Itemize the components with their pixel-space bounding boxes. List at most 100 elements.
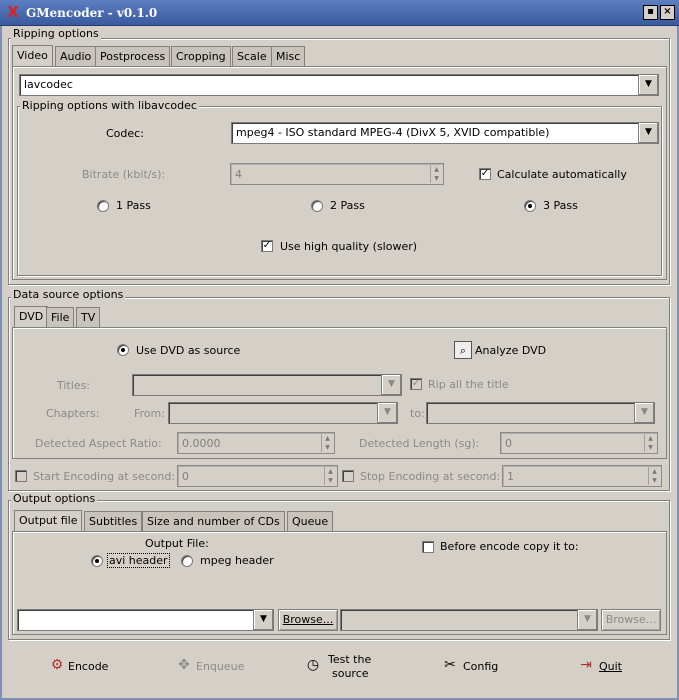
quit-icon[interactable]: ⇥: [577, 656, 595, 674]
tab-postprocess[interactable]: Postprocess: [95, 46, 171, 66]
tab-subtitles[interactable]: Subtitles: [84, 511, 143, 531]
chevron-down-icon[interactable]: ▼: [577, 610, 597, 630]
tab-video[interactable]: Video: [12, 45, 53, 68]
output-file-label: Output File:: [145, 537, 209, 550]
chevron-down-icon[interactable]: ▼: [377, 403, 397, 423]
titles-label: Titles:: [57, 379, 91, 392]
chapters-label: Chapters:: [46, 407, 100, 420]
aspect-spinner[interactable]: 0.0000 ▲ ▼: [177, 432, 335, 454]
enqueue-icon[interactable]: ✥: [175, 656, 193, 674]
use-dvd-label: Use DVD as source: [136, 344, 241, 357]
tab-cropping[interactable]: Cropping: [171, 46, 231, 66]
copy-to-select[interactable]: ▼: [340, 609, 598, 631]
pass1-label: 1 Pass: [116, 199, 151, 212]
chevron-down-icon[interactable]: ▼: [253, 610, 273, 630]
codec-select[interactable]: mpeg4 - ISO standard MPEG-4 (DivX 5, XVI…: [231, 122, 659, 144]
use-dvd-radio[interactable]: [117, 344, 129, 356]
pass2-label: 2 Pass: [330, 199, 365, 212]
encoder-value: lavcodec: [24, 78, 73, 91]
chapter-from-select[interactable]: ▼: [168, 402, 398, 424]
start-encoding-value: 0: [182, 470, 189, 483]
chevron-down-icon[interactable]: ▼: [381, 375, 401, 395]
from-label: From:: [134, 407, 165, 420]
codec-value: mpeg4 - ISO standard MPEG-4 (DivX 5, XVI…: [236, 126, 550, 139]
aspect-label: Detected Aspect Ratio:: [35, 437, 162, 450]
bitrate-value: 4: [235, 168, 242, 181]
analyze-dvd-button[interactable]: Analyze DVD: [475, 344, 546, 357]
length-spinner[interactable]: 0 ▲ ▼: [500, 432, 658, 454]
output-file-select[interactable]: ▼: [17, 609, 274, 631]
mpeg-header-label: mpeg header: [200, 554, 274, 567]
encode-button[interactable]: Encode: [68, 660, 108, 673]
tab-size-cds[interactable]: Size and number of CDs: [142, 511, 285, 531]
window-title: GMencoder - v0.1.0: [26, 6, 158, 20]
tab-audio[interactable]: Audio: [55, 46, 97, 66]
browse-copy-button[interactable]: Browse...: [601, 609, 661, 631]
spin-arrows-icon[interactable]: ▲ ▼: [644, 434, 656, 452]
tab-queue[interactable]: Queue: [287, 511, 334, 531]
close-button[interactable]: ×: [660, 5, 675, 20]
pass2-radio[interactable]: [311, 200, 323, 212]
stop-encoding-label: Stop Encoding at second:: [360, 470, 501, 483]
start-encoding-checkbox[interactable]: [15, 470, 27, 482]
config-button[interactable]: Config: [463, 660, 498, 673]
copy-to-checkbox[interactable]: [422, 541, 434, 553]
tab-tv[interactable]: TV: [76, 307, 101, 327]
stop-encoding-checkbox[interactable]: [342, 470, 354, 482]
rip-all-label: Rip all the title: [428, 378, 509, 391]
title-bar[interactable]: X GMencoder - v0.1.0 ▪ ×: [0, 0, 679, 26]
test-source-line2[interactable]: source: [332, 667, 369, 680]
test-source-icon[interactable]: ◷: [304, 656, 322, 674]
output-label: Output options: [11, 492, 98, 505]
browse-output-button[interactable]: Browse...: [278, 609, 338, 631]
enqueue-button[interactable]: Enqueue: [196, 660, 244, 673]
length-value: 0: [505, 437, 512, 450]
app-icon: X: [7, 3, 19, 21]
spin-arrows-icon[interactable]: ▲ ▼: [648, 467, 660, 485]
chapter-to-select[interactable]: ▼: [426, 402, 655, 424]
spin-arrows-icon[interactable]: ▲ ▼: [324, 467, 336, 485]
pass3-radio[interactable]: [524, 200, 536, 212]
ripping-options-label: Ripping options: [11, 27, 101, 40]
chevron-down-icon[interactable]: ▼: [638, 123, 658, 143]
test-source-line1[interactable]: Test the: [328, 653, 371, 666]
pass1-radio[interactable]: [97, 200, 109, 212]
calc-auto-checkbox[interactable]: ✓: [479, 168, 491, 180]
to-label: to:: [410, 407, 425, 420]
avi-header-radio[interactable]: [91, 555, 103, 567]
encoder-select[interactable]: lavcodec ▼: [19, 74, 659, 96]
mpeg-header-radio[interactable]: [181, 555, 193, 567]
start-encoding-spinner[interactable]: 0 ▲ ▼: [177, 465, 338, 487]
magnifier-icon[interactable]: ⌕: [454, 341, 472, 359]
rip-all-checkbox[interactable]: ✓: [410, 378, 422, 390]
calc-auto-label: Calculate automatically: [497, 168, 627, 181]
config-icon[interactable]: ✂: [441, 656, 459, 674]
titles-select[interactable]: ▼: [132, 374, 402, 396]
chevron-down-icon[interactable]: ▼: [638, 75, 658, 95]
tab-output-file[interactable]: Output file: [14, 510, 83, 533]
tab-scale[interactable]: Scale: [232, 46, 272, 66]
tab-file[interactable]: File: [46, 307, 75, 327]
high-quality-label: Use high quality (slower): [280, 240, 418, 253]
avi-header-label: avi header: [107, 553, 170, 568]
tab-misc[interactable]: Misc: [271, 46, 306, 66]
spin-arrows-icon[interactable]: ▲ ▼: [430, 165, 442, 183]
length-label: Detected Length (sg):: [359, 437, 480, 450]
datasource-label: Data source options: [11, 288, 126, 301]
bitrate-label: Bitrate (kbit/s):: [82, 168, 166, 181]
spin-arrows-icon[interactable]: ▲ ▼: [321, 434, 333, 452]
aspect-value: 0.0000: [182, 437, 221, 450]
libavcodec-label: Ripping options with libavcodec: [20, 99, 199, 112]
encode-icon[interactable]: ⚙: [48, 656, 66, 674]
quit-button[interactable]: Quit: [599, 660, 622, 673]
high-quality-checkbox[interactable]: ✓: [261, 240, 273, 252]
bitrate-spinner[interactable]: 4 ▲ ▼: [230, 163, 444, 185]
minimize-button[interactable]: ▪: [643, 5, 658, 20]
chevron-down-icon[interactable]: ▼: [634, 403, 654, 423]
start-encoding-label: Start Encoding at second:: [33, 470, 176, 483]
stop-encoding-spinner[interactable]: 1 ▲ ▼: [502, 465, 662, 487]
copy-to-label: Before encode copy it to:: [440, 540, 579, 553]
codec-label: Codec:: [106, 127, 144, 140]
pass3-label: 3 Pass: [543, 199, 578, 212]
tab-dvd[interactable]: DVD: [14, 306, 49, 329]
